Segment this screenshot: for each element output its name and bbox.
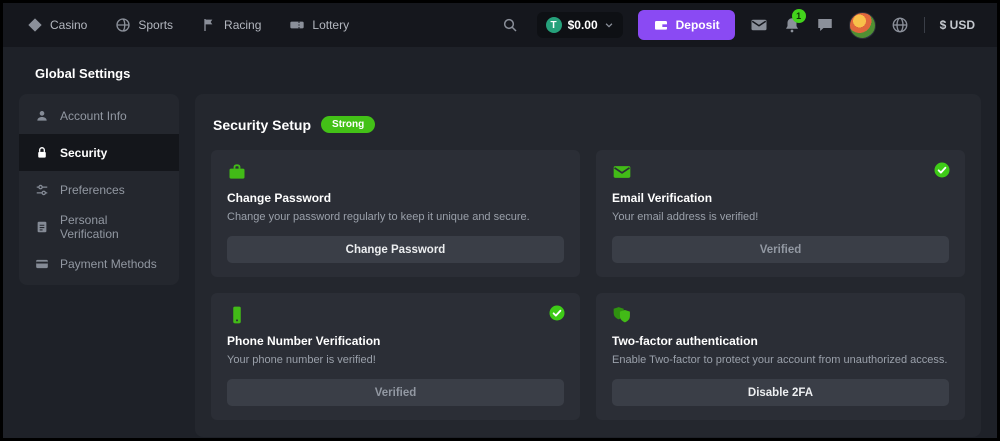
shield-icon [612,305,949,325]
page-title: Global Settings [35,66,997,81]
sidebar-label: Account Info [60,109,127,123]
currency-label[interactable]: $ USD [940,18,975,32]
balance-amount: $0.00 [568,18,598,32]
card-title: Email Verification [612,191,949,205]
briefcase-lock-icon [227,162,564,182]
sidebar-item-account-info[interactable]: Account Info [19,97,179,134]
nav-sports-label: Sports [138,18,173,32]
main-nav: Casino Sports Racing Lottery [27,17,349,33]
card-title: Change Password [227,191,564,205]
change-password-card: Change Password Change your password reg… [211,150,580,277]
password-strength-badge: Strong [321,116,375,133]
email-icon [612,162,949,182]
topbar-actions: T $0.00 Deposit 1 [502,10,975,40]
settings-sidebar: Account Info Security Preferences Person… [19,94,179,285]
panel-title: Security Setup [213,117,311,133]
sidebar-label: Personal Verification [60,213,163,241]
verified-check-icon [548,304,566,322]
sidebar-label: Payment Methods [60,257,157,271]
card-description: Your phone number is verified! [227,353,564,368]
card-description: Change your password regularly to keep i… [227,210,564,225]
notification-badge: 1 [792,9,806,23]
card-title: Phone Number Verification [227,334,564,348]
change-password-button[interactable]: Change Password [227,236,564,263]
sliders-icon [35,183,49,197]
divider [924,17,925,33]
deposit-label: Deposit [676,18,720,32]
deposit-button[interactable]: Deposit [638,10,735,40]
avatar[interactable] [849,12,876,39]
sports-icon [115,17,131,33]
inbox-icon[interactable] [750,16,768,34]
nav-racing[interactable]: Racing [201,17,261,33]
app: Casino Sports Racing Lottery [3,3,997,438]
nav-lottery-label: Lottery [312,18,349,32]
racing-icon [201,17,217,33]
verified-check-icon [933,161,951,179]
sidebar-item-personal-verification[interactable]: Personal Verification [19,208,179,245]
two-factor-card: Two-factor authentication Enable Two-fac… [596,293,965,420]
globe-icon[interactable] [891,16,909,34]
lottery-icon [289,17,305,33]
credit-card-icon [35,257,49,271]
nav-casino-label: Casino [50,18,87,32]
phone-verification-card: Phone Number Verification Your phone num… [211,293,580,420]
nav-sports[interactable]: Sports [115,17,173,33]
security-cards-grid: Change Password Change your password reg… [211,150,965,420]
security-panel: Security Setup Strong Change Password Ch… [195,94,981,437]
notifications-icon[interactable]: 1 [783,16,801,34]
email-verified-button: Verified [612,236,949,263]
card-description: Enable Two-factor to protect your accoun… [612,353,949,368]
window-frame: Casino Sports Racing Lottery [0,0,1000,441]
phone-verified-button: Verified [227,379,564,406]
casino-icon [27,17,43,33]
nav-lottery[interactable]: Lottery [289,17,349,33]
balance-selector[interactable]: T $0.00 [537,12,623,38]
sidebar-item-security[interactable]: Security [19,134,179,171]
phone-icon [227,305,564,325]
sidebar-item-payment-methods[interactable]: Payment Methods [19,245,179,282]
sidebar-label: Preferences [60,183,125,197]
chat-icon[interactable] [816,16,834,34]
sidebar-label: Security [60,146,107,160]
card-title: Two-factor authentication [612,334,949,348]
nav-racing-label: Racing [224,18,261,32]
email-verification-card: Email Verification Your email address is… [596,150,965,277]
settings-content: Account Info Security Preferences Person… [3,94,997,437]
nav-casino[interactable]: Casino [27,17,87,33]
person-icon [35,109,49,123]
chevron-down-icon [604,20,614,30]
disable-2fa-button[interactable]: Disable 2FA [612,379,949,406]
panel-header: Security Setup Strong [213,116,965,133]
sidebar-item-preferences[interactable]: Preferences [19,171,179,208]
card-description: Your email address is verified! [612,210,949,225]
top-navigation: Casino Sports Racing Lottery [3,3,997,47]
wallet-icon [653,17,669,33]
search-icon[interactable] [502,17,518,33]
usdt-coin-icon: T [546,17,562,33]
lock-icon [35,146,49,160]
document-icon [35,220,49,234]
